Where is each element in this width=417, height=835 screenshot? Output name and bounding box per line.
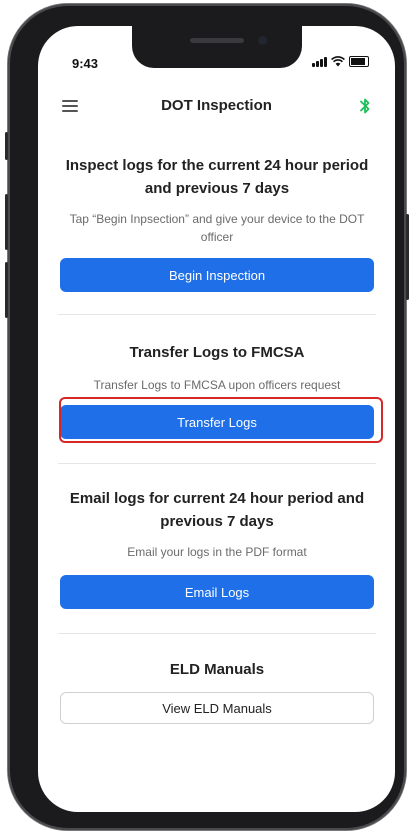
transfer-subtitle: Transfer Logs to FMCSA upon officers req…: [93, 378, 341, 392]
email-section: Email logs for current 24 hour period an…: [58, 487, 376, 561]
begin-inspection-button[interactable]: Begin Inspection: [60, 258, 374, 292]
speaker-grille: [190, 38, 244, 43]
page-title: DOT Inspection: [161, 97, 272, 114]
status-icons: [312, 56, 369, 67]
transfer-section: Transfer Logs to FMCSA Transfer Logs to …: [58, 341, 376, 394]
volume-up-button: [5, 194, 8, 250]
status-time: 9:43: [72, 56, 99, 71]
phone-screen: 9:43 DOT Inspection Inspect logs for the…: [38, 26, 395, 812]
email-logs-button[interactable]: Email Logs: [60, 575, 374, 609]
manuals-section: ELD Manuals: [58, 658, 376, 681]
email-title: Email logs for current 24 hour period an…: [69, 490, 365, 530]
battery-icon: [349, 56, 369, 67]
app-header: DOT Inspection: [38, 88, 395, 124]
view-eld-manuals-button[interactable]: View ELD Manuals: [60, 692, 374, 724]
mute-switch: [5, 132, 8, 160]
transfer-title: Transfer Logs to FMCSA: [129, 344, 305, 361]
divider: [58, 314, 376, 315]
volume-down-button: [5, 262, 8, 318]
highlight-outline: [59, 397, 383, 443]
manuals-title: ELD Manuals: [169, 661, 265, 678]
notch: [132, 26, 302, 68]
inspect-section: Inspect logs for the current 24 hour per…: [58, 154, 376, 246]
bluetooth-icon[interactable]: [357, 96, 373, 116]
divider: [58, 633, 376, 634]
wifi-icon: [331, 56, 345, 67]
inspect-button-wrap: Begin Inspection: [58, 258, 376, 292]
email-subtitle: Email your logs in the PDF format: [127, 545, 307, 559]
inspect-subtitle: Tap “Begin Inpsection” and give your dev…: [69, 212, 365, 244]
phone-frame: 9:43 DOT Inspection Inspect logs for the…: [5, 4, 409, 830]
divider: [58, 463, 376, 464]
front-camera: [258, 36, 267, 45]
power-button: [406, 214, 409, 300]
inspect-title: Inspect logs for the current 24 hour per…: [65, 157, 369, 197]
signal-icon: [312, 56, 327, 67]
email-button-wrap: Email Logs: [58, 575, 376, 609]
manuals-button-wrap: View ELD Manuals: [58, 692, 376, 724]
